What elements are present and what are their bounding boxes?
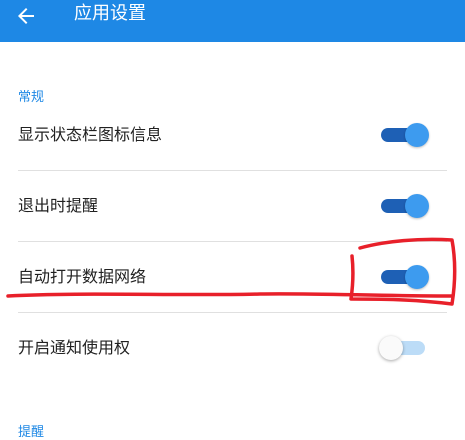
arrow-left-icon bbox=[18, 8, 34, 24]
setting-row-exit-reminder[interactable]: 退出时提醒 bbox=[0, 171, 465, 241]
page-title: 应用设置 bbox=[74, 3, 146, 24]
toggle-switch-show-status-bar-icon[interactable] bbox=[379, 123, 429, 147]
switch-thumb bbox=[405, 265, 429, 289]
setting-row-auto-open-data-network[interactable]: 自动打开数据网络 bbox=[0, 242, 465, 312]
setting-label: 退出时提醒 bbox=[18, 196, 99, 215]
switch-thumb bbox=[379, 336, 403, 360]
app-bar: 应用设置 bbox=[0, 0, 465, 42]
toggle-switch-notification-access[interactable] bbox=[379, 336, 427, 360]
switch-thumb bbox=[405, 194, 429, 218]
setting-label: 自动打开数据网络 bbox=[18, 267, 147, 286]
setting-row-notification-access[interactable]: 开启通知使用权 bbox=[0, 313, 465, 383]
toggle-switch-auto-open-data-network[interactable] bbox=[379, 265, 429, 289]
toggle-switch-exit-reminder[interactable] bbox=[379, 194, 429, 218]
section-header-reminder: 提醒 bbox=[18, 425, 45, 440]
switch-thumb bbox=[405, 123, 429, 147]
setting-label: 开启通知使用权 bbox=[18, 338, 131, 357]
setting-label: 显示状态栏图标信息 bbox=[18, 125, 163, 144]
setting-row-show-status-bar-icon[interactable]: 显示状态栏图标信息 bbox=[0, 100, 465, 170]
back-button[interactable] bbox=[8, 0, 44, 32]
